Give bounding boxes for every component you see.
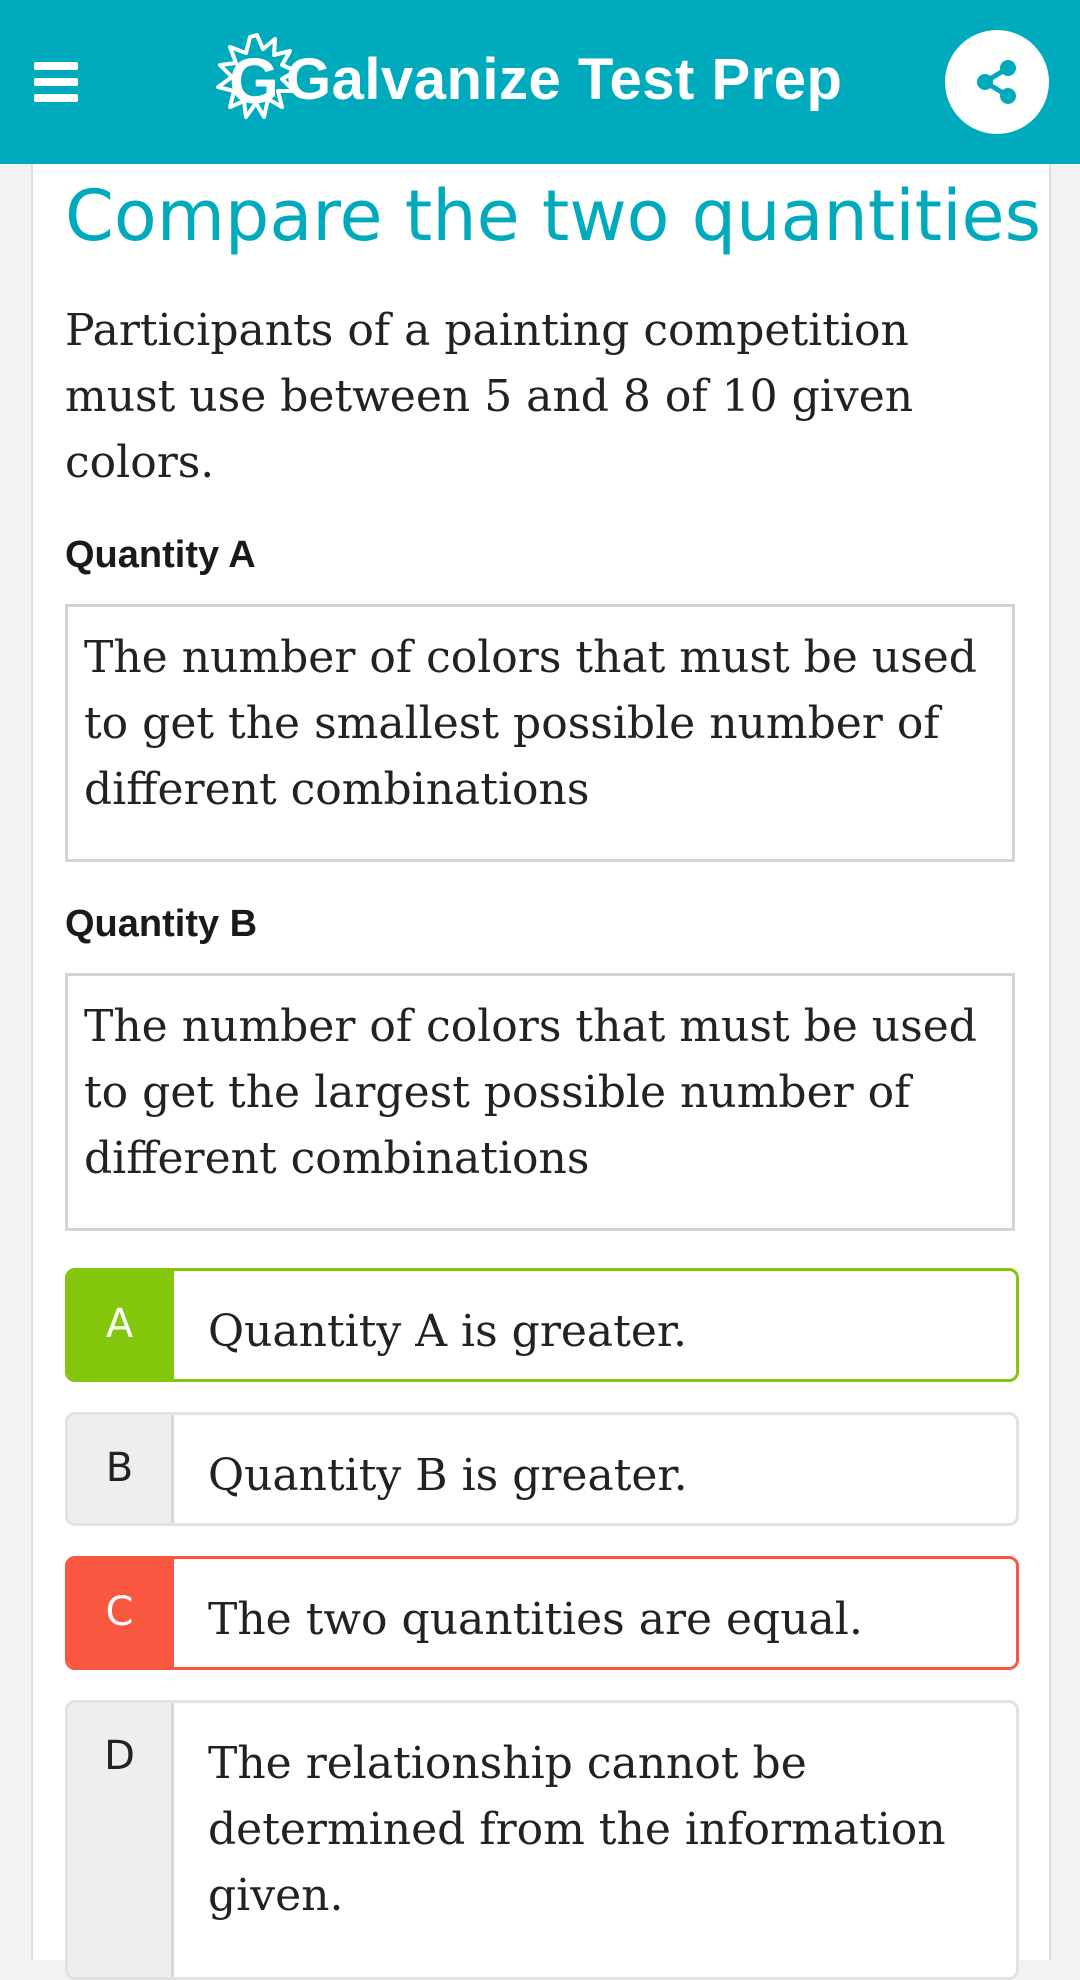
page-title: Compare the two quantities: [65, 175, 1042, 257]
answer-option-d[interactable]: D The relationship cannot be determined …: [65, 1700, 1019, 1980]
quantity-a-box: The number of colors that must be used t…: [65, 604, 1015, 862]
app-header: G Galvanize Test Prep: [0, 0, 1080, 164]
answer-option-c[interactable]: C The two quantities are equal.: [65, 1556, 1019, 1670]
question-card: Compare the two quantities Participants …: [31, 160, 1051, 1980]
option-letter: D: [68, 1703, 174, 1977]
menu-button[interactable]: [26, 56, 86, 108]
problem-statement: Participants of a painting competition m…: [65, 305, 914, 488]
share-icon: [977, 60, 1016, 104]
quantity-b-box: The number of colors that must be used t…: [65, 973, 1015, 1231]
share-button[interactable]: [945, 30, 1049, 134]
quantity-b-label: Quantity B: [65, 903, 258, 945]
answer-option-a[interactable]: A Quantity A is greater.: [65, 1268, 1019, 1382]
option-text: Quantity B is greater.: [208, 1450, 688, 1501]
option-letter: C: [68, 1559, 174, 1667]
quantity-a-label: Quantity A: [65, 534, 256, 576]
option-text: Quantity A is greater.: [208, 1306, 688, 1357]
brand-title: Galvanize Test Prep: [286, 46, 843, 112]
option-letter: A: [68, 1271, 174, 1379]
brand-link[interactable]: G Galvanize Test Prep: [214, 24, 842, 134]
option-letter: B: [68, 1415, 174, 1523]
option-text: The two quantities are equal.: [208, 1594, 863, 1645]
svg-text:G: G: [229, 45, 279, 117]
option-text: The relationship cannot be determined fr…: [208, 1738, 946, 1921]
answer-option-b[interactable]: B Quantity B is greater.: [65, 1412, 1019, 1526]
